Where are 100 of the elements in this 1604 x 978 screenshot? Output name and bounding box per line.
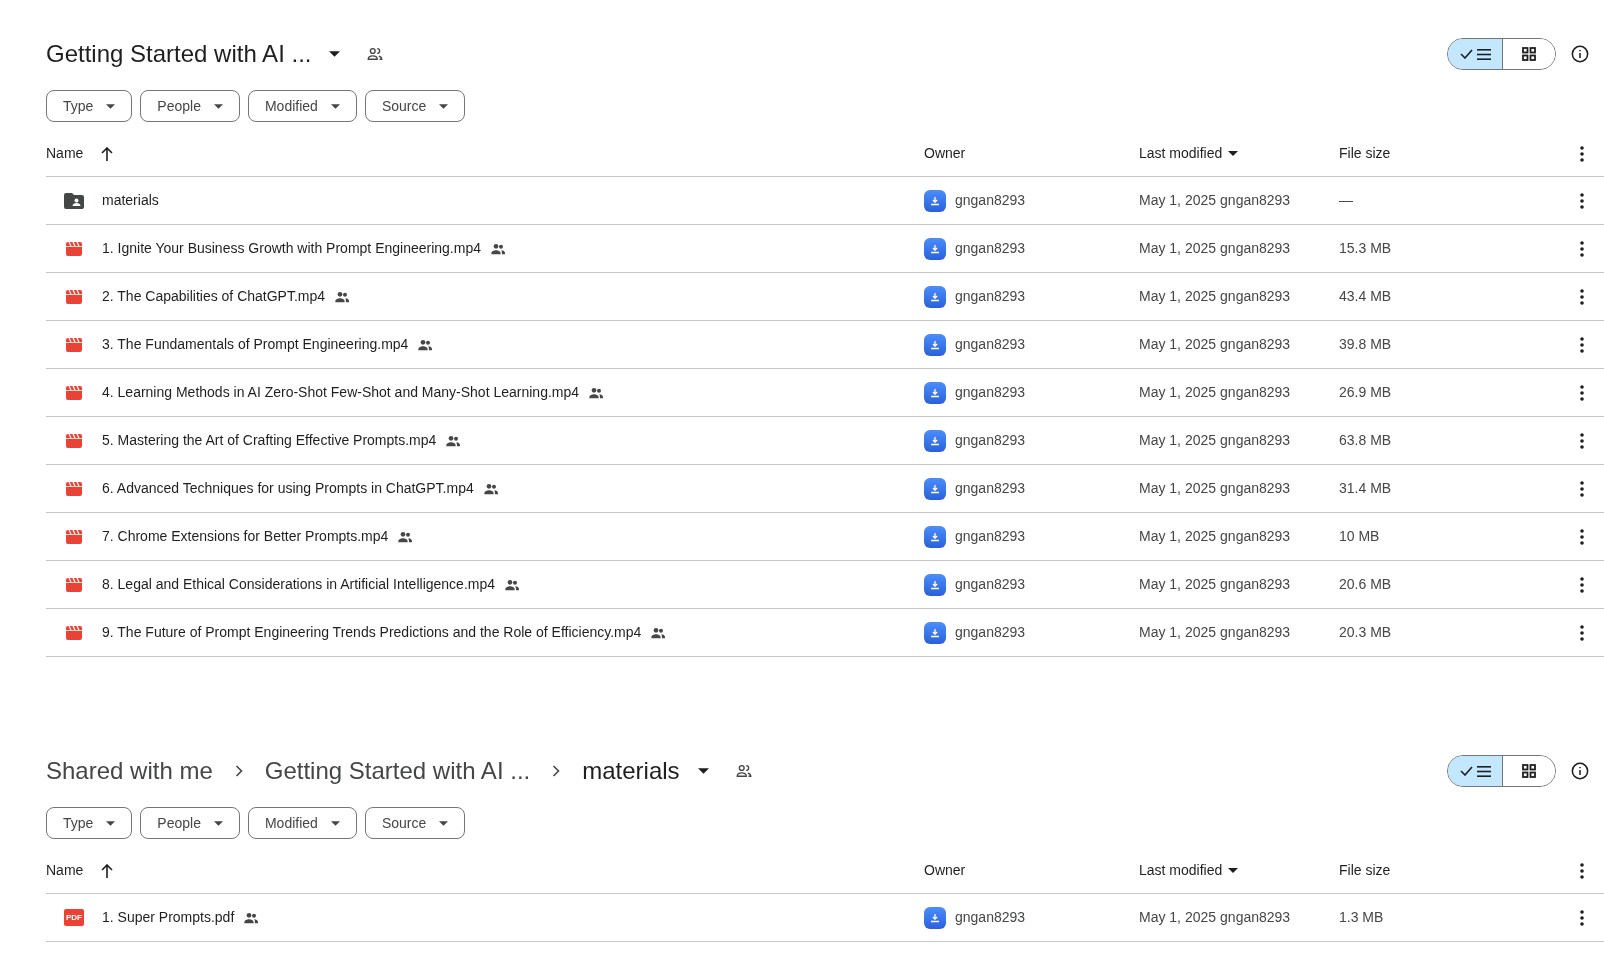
filter-chip[interactable]: Type <box>46 807 133 839</box>
video-file-icon <box>66 289 82 304</box>
video-file-icon <box>66 241 82 256</box>
check-icon <box>1459 49 1473 59</box>
file-size: 63.8 MB <box>1339 432 1392 448</box>
filter-chip[interactable]: People <box>140 807 240 839</box>
file-row[interactable]: 4. Learning Methods in AI Zero-Shot Few-Shot and Many-Shot Learning.mp4 gngan8293 May 1, 2025 gngan8293 26.9 MB <box>46 369 1604 417</box>
file-row[interactable]: 1. Ignite Your Business Growth with Prompt Engineering.mp4 gngan8293 May 1, 2025 gngan8293 15.3 MB <box>46 225 1604 273</box>
caret-icon <box>213 820 223 826</box>
file-row[interactable]: 9. The Future of Prompt Engineering Trends Predictions and the Role of Efficiency.mp4 gngan8293 May 1, 2025 gngan8293 20.3 MB <box>46 609 1604 657</box>
grid-icon <box>1522 764 1536 778</box>
file-name: 4. Learning Methods in AI Zero-Shot Few-Shot and Many-Shot Learning.mp4 <box>102 383 580 402</box>
pdf-file-icon: PDF <box>64 909 84 926</box>
info-button[interactable] <box>1570 44 1590 64</box>
more-icon <box>1580 192 1584 209</box>
modified-by: gngan8293 <box>1220 191 1291 210</box>
filter-chip[interactable]: Type <box>46 90 133 122</box>
owner-avatar-icon <box>924 906 946 929</box>
owner-avatar-icon <box>924 621 946 644</box>
filter-chip[interactable]: Source <box>364 90 466 122</box>
file-name: 2. The Capabilities of ChatGPT.mp4 <box>102 287 326 306</box>
owner-name: gngan8293 <box>955 239 1026 258</box>
file-name: 1. Super Prompts.pdf <box>102 908 235 927</box>
video-file-icon <box>66 337 82 352</box>
more-icon <box>1580 336 1584 353</box>
sort-ascending-icon <box>101 146 114 161</box>
more-icon <box>1580 862 1584 879</box>
column-header[interactable]: Last modified <box>1139 143 1223 164</box>
video-file-icon <box>66 625 82 640</box>
caret-icon <box>1228 868 1239 873</box>
column-header[interactable]: Name <box>46 860 84 881</box>
file-row[interactable]: 5. Mastering the Art of Crafting Effective Prompts.mp4 gngan8293 May 1, 2025 gngan8293 63.8 MB <box>46 417 1604 465</box>
current-folder-title[interactable]: Getting Started with AI ... <box>46 36 341 72</box>
file-row[interactable]: 7. Chrome Extensions for Better Prompts.mp4 gngan8293 May 1, 2025 gngan8293 10 MB <box>46 513 1604 561</box>
owner-avatar-icon <box>924 189 946 212</box>
owner-name: gngan8293 <box>955 431 1026 450</box>
modified-by: gngan8293 <box>1220 383 1291 402</box>
owner-avatar-icon <box>924 381 946 404</box>
filter-chip[interactable]: Modified <box>247 90 357 122</box>
sort-ascending-icon <box>101 863 114 878</box>
owner-name: gngan8293 <box>955 383 1026 402</box>
file-row[interactable]: PDF 1. Super Prompts.pdf gngan8293 May 1, 2025 gngan8293 1.3 MB <box>46 894 1604 942</box>
modified-by: gngan8293 <box>1220 335 1291 354</box>
owner-name: gngan8293 <box>955 575 1026 594</box>
column-header[interactable]: File size <box>1339 862 1391 878</box>
filter-chip[interactable]: Source <box>364 807 466 839</box>
people-icon <box>366 45 385 63</box>
file-size: 1.3 MB <box>1339 909 1384 925</box>
column-header[interactable]: Last modified <box>1139 860 1223 881</box>
filter-chip[interactable]: People <box>140 90 240 122</box>
more-icon <box>1580 145 1584 162</box>
owner-avatar-icon <box>924 333 946 356</box>
file-name: 6. Advanced Techniques for using Prompts in ChatGPT.mp4 <box>102 479 474 498</box>
file-row[interactable]: 6. Advanced Techniques for using Prompts in ChatGPT.mp4 gngan8293 May 1, 2025 gngan8293 31.4 MB <box>46 465 1604 513</box>
file-row[interactable]: 3. The Fundamentals of Prompt Engineering.mp4 gngan8293 May 1, 2025 gngan8293 39.8 MB <box>46 321 1604 369</box>
info-icon <box>1571 45 1589 63</box>
file-row[interactable]: materials gngan8293 May 1, 2025 gngan8293 — <box>46 177 1604 225</box>
file-row[interactable]: 8. Legal and Ethical Considerations in Artificial Intelligence.mp4 gngan8293 May 1, 2025 gngan8293 20.6 MB <box>46 561 1604 609</box>
owner-name: gngan8293 <box>955 527 1026 546</box>
list-view-button[interactable] <box>1448 39 1503 69</box>
column-header[interactable]: File size <box>1339 145 1391 161</box>
video-file-icon <box>66 385 82 400</box>
file-size: 43.4 MB <box>1339 288 1392 304</box>
filter-chip[interactable]: Modified <box>247 807 357 839</box>
file-name: materials <box>102 191 159 210</box>
owner-avatar-icon <box>924 429 946 452</box>
breadcrumb-link[interactable]: Getting Started with AI ... <box>264 753 531 789</box>
modified-by: gngan8293 <box>1220 908 1291 927</box>
list-view-button[interactable] <box>1448 756 1503 786</box>
owner-avatar-icon <box>924 573 946 596</box>
video-file-icon <box>66 481 82 496</box>
modified-date: May 1, 2025 <box>1139 383 1217 402</box>
owner-name: gngan8293 <box>955 335 1026 354</box>
more-icon <box>1580 909 1584 926</box>
modified-date: May 1, 2025 <box>1139 479 1217 498</box>
file-size: 10 MB <box>1339 528 1380 544</box>
caret-icon <box>330 103 340 109</box>
owner-name: gngan8293 <box>955 623 1026 642</box>
modified-date: May 1, 2025 <box>1139 335 1217 354</box>
column-header[interactable]: Name <box>46 143 84 164</box>
modified-by: gngan8293 <box>1220 575 1291 594</box>
file-size: 20.3 MB <box>1339 624 1392 640</box>
info-button[interactable] <box>1570 761 1590 781</box>
owner-avatar-icon <box>924 525 946 548</box>
file-row[interactable]: 2. The Capabilities of ChatGPT.mp4 gngan8293 May 1, 2025 gngan8293 43.4 MB <box>46 273 1604 321</box>
caret-icon <box>213 103 223 109</box>
modified-date: May 1, 2025 <box>1139 575 1217 594</box>
column-header[interactable]: Owner <box>924 862 966 878</box>
file-name: 5. Mastering the Art of Crafting Effective Prompts.mp4 <box>102 431 437 450</box>
column-header[interactable]: Owner <box>924 145 966 161</box>
modified-date: May 1, 2025 <box>1139 239 1217 258</box>
current-folder-title[interactable]: materials <box>582 753 709 789</box>
chevron-right-icon <box>234 765 243 777</box>
modified-by: gngan8293 <box>1220 479 1291 498</box>
file-size: 26.9 MB <box>1339 384 1392 400</box>
breadcrumb-link[interactable]: Shared with me <box>46 753 213 789</box>
owner-name: gngan8293 <box>955 287 1026 306</box>
modified-by: gngan8293 <box>1220 527 1291 546</box>
more-icon <box>1580 240 1584 257</box>
modified-by: gngan8293 <box>1220 287 1291 306</box>
